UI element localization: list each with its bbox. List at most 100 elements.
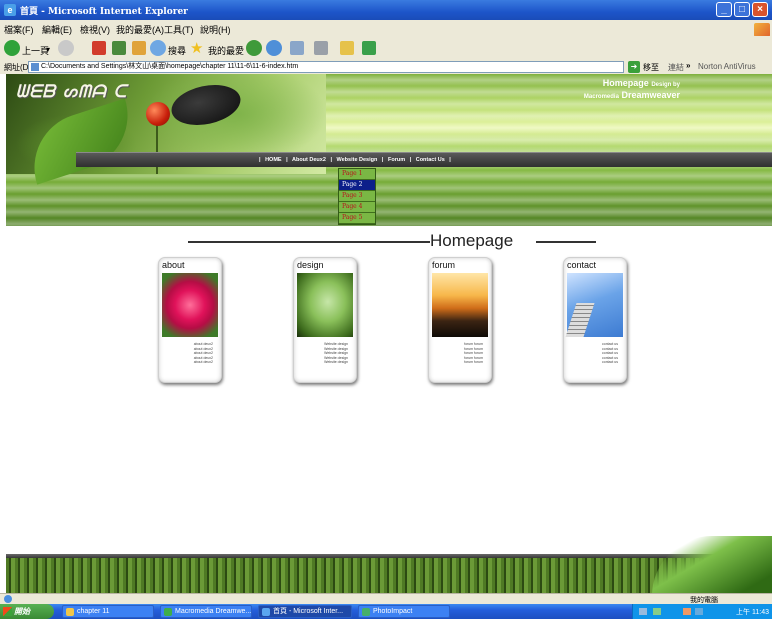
page-viewport: ᗯᗴᗷ ᔕᗰᗩ ᑕ Homepage Design by Macromedia …: [6, 74, 772, 593]
maximize-button[interactable]: □: [734, 2, 750, 17]
card-line: Website design: [324, 342, 348, 346]
card-text: about deux2 about deux2 about deux2 abou…: [194, 342, 213, 365]
nav-website-design[interactable]: Website Design: [337, 157, 378, 163]
windows-logo-icon: [754, 23, 770, 37]
task-photoimpact[interactable]: PhotoImpact: [358, 605, 450, 618]
nav-bar: | HOME | About Deux2 | Website Design | …: [76, 152, 772, 167]
window-title: 首頁 - Microsoft Internet Explorer: [20, 7, 188, 17]
card-line: contact us: [602, 360, 618, 364]
dropdown-item-page-4[interactable]: Page 4: [339, 202, 375, 213]
back-button-label[interactable]: 上一頁: [22, 44, 49, 57]
start-button[interactable]: 開始: [0, 604, 54, 619]
menu-help[interactable]: 說明(H): [200, 23, 231, 36]
close-button[interactable]: ×: [752, 2, 768, 17]
home-icon[interactable]: [132, 41, 146, 55]
history-icon[interactable]: [266, 40, 282, 56]
forward-arrow-icon[interactable]: [58, 40, 74, 56]
card-line: Website design: [324, 360, 348, 364]
favorites-star-icon[interactable]: ★: [190, 39, 203, 57]
page-headline: Homepage: [430, 231, 514, 250]
task-chapter11[interactable]: chapter 11: [62, 605, 154, 618]
task-ie[interactable]: 首頁 - Microsoft Inter...: [258, 605, 352, 618]
menu-favorites[interactable]: 我的最愛(A): [116, 23, 164, 36]
task-dreamweaver[interactable]: Macromedia Dreamwe...: [160, 605, 252, 618]
nav-separator: |: [330, 157, 332, 163]
search-button-label[interactable]: 搜尋: [168, 44, 186, 57]
menu-edit[interactable]: 編輯(E): [42, 23, 72, 36]
back-arrow-icon[interactable]: [4, 40, 20, 56]
card-text: contact us contact us contact us contact…: [602, 342, 618, 365]
card-title: about: [162, 260, 185, 270]
banner-credit: Homepage Design by Macromedia Dreamweave…: [584, 78, 680, 102]
card-line: Website design: [324, 351, 348, 355]
nav-forum[interactable]: Forum: [388, 157, 405, 163]
address-url: C:\Documents and Settings\林文山\桌面\homepag…: [41, 63, 299, 70]
card-line: contact us: [602, 342, 618, 346]
mail-icon[interactable]: [290, 41, 304, 55]
windows-flag-icon: [3, 607, 12, 616]
print-icon[interactable]: [314, 41, 328, 55]
card-contact[interactable]: contact contact us contact us contact us…: [563, 257, 627, 383]
dropdown-item-page-5[interactable]: Page 5: [339, 213, 375, 224]
dropdown-item-page-1[interactable]: Page 1: [339, 169, 375, 180]
card-forum[interactable]: forum forum forum forum forum forum foru…: [428, 257, 492, 383]
building-shape: [565, 303, 595, 337]
card-line: about deux2: [193, 342, 213, 346]
card-text: forum forum forum forum forum forum foru…: [464, 342, 483, 365]
go-arrow-icon[interactable]: ➜: [628, 61, 640, 73]
volume-icon[interactable]: [653, 608, 661, 615]
nav-separator: |: [381, 157, 384, 163]
media-icon[interactable]: [246, 40, 262, 56]
task-label: Macromedia Dreamwe...: [175, 608, 252, 615]
card-title: forum: [432, 260, 456, 270]
page-status-icon: [4, 595, 12, 603]
card-line: forum forum: [464, 342, 483, 346]
card-line: forum forum: [464, 360, 483, 364]
menu-view[interactable]: 檢視(V): [80, 23, 110, 36]
refresh-icon[interactable]: [112, 41, 126, 55]
card-line: about deux2: [193, 351, 213, 355]
menu-tools[interactable]: 工具(T): [164, 23, 194, 36]
sky-building-image[interactable]: [565, 273, 623, 337]
sunset-image[interactable]: [432, 273, 488, 337]
back-dropdown-icon[interactable]: ▾: [46, 45, 50, 61]
leaf-droplet-image[interactable]: [297, 273, 353, 337]
headline-rule-right: [536, 241, 596, 243]
nav-contact[interactable]: Contact Us: [416, 157, 445, 163]
folder-icon[interactable]: [340, 41, 354, 55]
beetle-image: [167, 79, 245, 131]
nav-home[interactable]: HOME: [265, 157, 282, 163]
credit-homepage: Homepage: [602, 78, 649, 88]
address-bar: 網址(D) C:\Documents and Settings\林文山\桌面\h…: [0, 60, 772, 74]
task-label: chapter 11: [77, 608, 110, 615]
nav-separator: |: [259, 157, 261, 163]
dropdown-item-page-2[interactable]: Page 2: [339, 180, 375, 191]
toolbar: 上一頁 ▾ 搜尋 ★ 我的最愛: [0, 36, 772, 61]
messenger-icon[interactable]: [362, 41, 376, 55]
address-input[interactable]: C:\Documents and Settings\林文山\桌面\homepag…: [28, 61, 624, 73]
search-icon[interactable]: [150, 40, 166, 56]
stop-icon[interactable]: [92, 41, 106, 55]
more-chevron-icon[interactable]: »: [686, 61, 690, 70]
nav-about[interactable]: About Deux2: [292, 157, 326, 163]
go-button-label[interactable]: 移至: [643, 62, 659, 73]
card-line: forum forum: [464, 351, 483, 355]
card-title: contact: [567, 260, 597, 270]
menu-bar: 檔案(F) 編輯(E) 檢視(V) 我的最愛(A) 工具(T) 說明(H): [0, 20, 772, 37]
fern-image: [652, 536, 772, 593]
rose-image[interactable]: [162, 273, 218, 337]
dropdown-item-page-3[interactable]: Page 3: [339, 191, 375, 202]
tray-icon[interactable]: [683, 608, 691, 615]
credit-design-by: Design by: [651, 82, 680, 88]
network-icon[interactable]: [639, 608, 647, 615]
tray-icon[interactable]: [695, 608, 703, 615]
minimize-button[interactable]: _: [716, 2, 732, 17]
links-label[interactable]: 連結: [668, 62, 684, 73]
menu-file[interactable]: 檔案(F): [4, 23, 34, 36]
card-design[interactable]: design Website design Website design Web…: [293, 257, 357, 383]
favorites-button-label[interactable]: 我的最愛: [208, 44, 244, 57]
card-about[interactable]: about about deux2 about deux2 about deux…: [158, 257, 222, 383]
site-logo[interactable]: ᗯᗴᗷ ᔕᗰᗩ ᑕ: [16, 82, 127, 102]
norton-antivirus-button[interactable]: Norton AntiVirus: [698, 62, 756, 71]
ie-icon: e: [4, 4, 16, 16]
